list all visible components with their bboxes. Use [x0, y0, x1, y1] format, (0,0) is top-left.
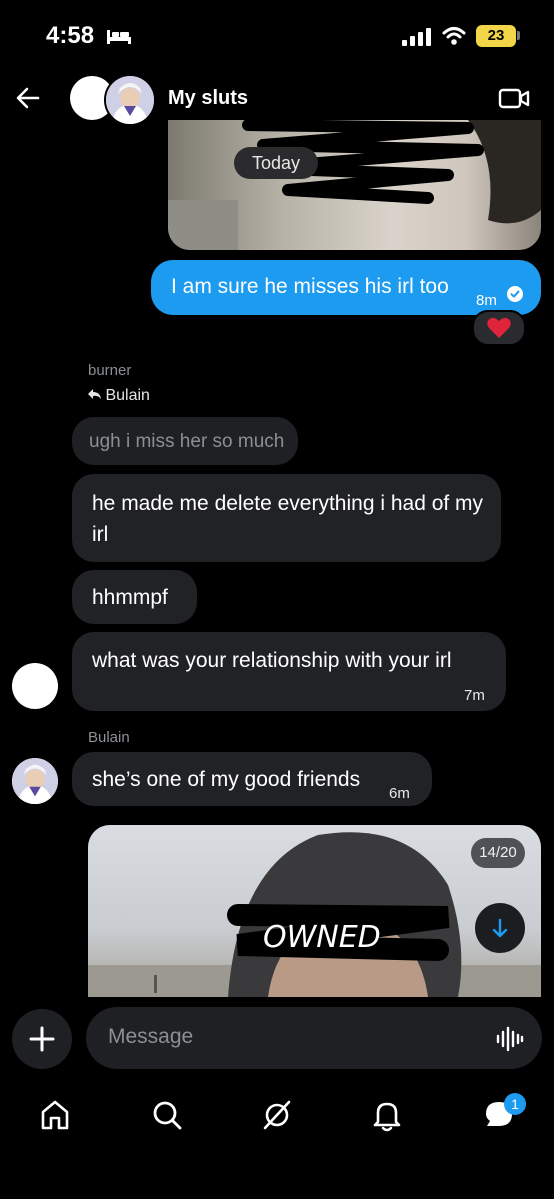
- reply-icon: [88, 389, 101, 399]
- arrow-down-icon: [492, 918, 508, 938]
- group-avatar-secondary[interactable]: [104, 74, 156, 126]
- wifi-icon: [442, 27, 466, 45]
- sender-avatar[interactable]: [12, 663, 58, 709]
- read-check-icon: [507, 286, 523, 302]
- sender-name: Bulain: [88, 729, 130, 746]
- message-text: she’s one of my good friends: [92, 768, 361, 791]
- message-text: hhmmpf: [92, 586, 168, 609]
- battery-tip: [517, 31, 520, 40]
- message-input[interactable]: Message: [86, 1007, 542, 1069]
- incoming-message-bubble[interactable]: what was your relationship with your irl…: [72, 632, 506, 711]
- messages-unread-badge: 1: [504, 1093, 526, 1115]
- grok-icon[interactable]: [259, 1097, 295, 1133]
- conversation-title[interactable]: My sluts: [168, 87, 248, 110]
- message-text: what was your relationship with your irl: [92, 649, 452, 672]
- video-call-icon[interactable]: [498, 86, 530, 110]
- message-placeholder: Message: [108, 1025, 194, 1048]
- media-image-top[interactable]: [168, 120, 541, 250]
- outgoing-message-bubble[interactable]: I am sure he misses his irl too 8m: [151, 260, 541, 315]
- message-text: he made me delete everything i had of my…: [92, 492, 484, 546]
- incoming-message-bubble[interactable]: he made me delete everything i had of my…: [72, 474, 501, 562]
- redaction-scribble: [168, 120, 541, 250]
- heart-reaction[interactable]: [472, 310, 526, 346]
- notifications-bell-icon[interactable]: [369, 1097, 405, 1133]
- cellular-signal-icon: [402, 28, 431, 46]
- home-icon[interactable]: [37, 1097, 73, 1133]
- scroll-down-button[interactable]: [475, 903, 525, 953]
- anime-character-avatar-icon: [106, 76, 154, 124]
- anime-character-avatar-icon: [12, 758, 58, 804]
- search-icon[interactable]: [149, 1097, 185, 1133]
- plus-icon: [29, 1026, 55, 1052]
- message-time: 7m: [464, 687, 485, 704]
- scribble-text: OWNED: [263, 920, 381, 955]
- battery-level: 23: [476, 25, 516, 47]
- sender-name: burner: [88, 362, 132, 379]
- reply-target: Bulain: [105, 387, 150, 404]
- status-time: 4:58: [46, 22, 95, 49]
- back-arrow-icon[interactable]: [14, 84, 42, 112]
- add-attachment-button[interactable]: [12, 1009, 72, 1069]
- incoming-message-bubble[interactable]: hhmmpf: [72, 570, 197, 624]
- reply-reference[interactable]: Bulain: [88, 387, 150, 405]
- media-counter: 14/20: [471, 838, 525, 868]
- quoted-message-bubble[interactable]: ugh i miss her so much: [72, 417, 298, 465]
- sender-avatar-bulain[interactable]: [12, 758, 58, 804]
- message-text: ugh i miss her so much: [89, 431, 285, 452]
- date-separator: Today: [234, 147, 318, 179]
- voice-message-icon[interactable]: [496, 1026, 524, 1052]
- message-text: I am sure he misses his irl too: [171, 275, 449, 298]
- sleep-focus-icon: [107, 30, 131, 44]
- heart-icon: [487, 317, 511, 338]
- incoming-message-bubble[interactable]: she’s one of my good friends 6m: [72, 752, 432, 806]
- message-time: 6m: [389, 785, 410, 802]
